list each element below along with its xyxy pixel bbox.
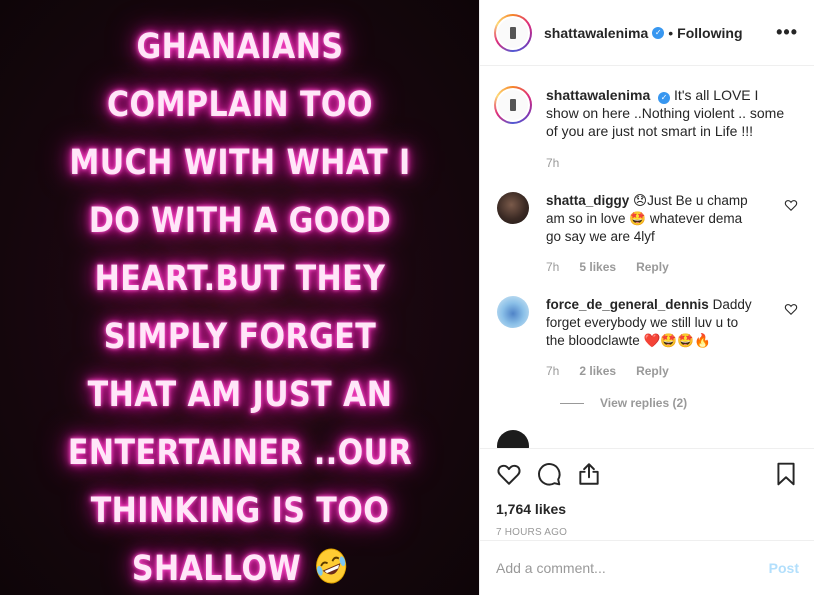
- comment-username[interactable]: force_de_general_dennis: [546, 297, 709, 312]
- action-icons: [496, 459, 799, 489]
- comment-meta: 7h 2 likes Reply: [546, 362, 756, 380]
- caption-time[interactable]: 7h: [546, 154, 794, 172]
- comment-item: force_de_general_dennis Daddy forget eve…: [494, 296, 798, 380]
- like-comment-heart-icon[interactable]: [784, 302, 798, 316]
- like-heart-icon[interactable]: [496, 461, 522, 487]
- avatar-image: [498, 17, 528, 48]
- view-replies-line: [560, 402, 584, 404]
- comment-likes[interactable]: 2 likes: [579, 362, 616, 380]
- comment-item: [494, 430, 798, 448]
- laughing-emoji-icon: [315, 548, 346, 583]
- caption-username[interactable]: shattawalenima: [546, 87, 650, 103]
- header-separator: •: [668, 24, 674, 41]
- comment-bubble-icon[interactable]: [536, 461, 562, 487]
- comment-time[interactable]: 7h: [546, 362, 559, 380]
- comment-body: force_de_general_dennis Daddy forget eve…: [546, 296, 756, 380]
- author-username[interactable]: shattawalenima: [544, 25, 648, 41]
- comment-username[interactable]: shatta_diggy: [546, 193, 629, 208]
- commenter-avatar[interactable]: [497, 296, 529, 328]
- following-button[interactable]: Following: [677, 25, 742, 41]
- caption-avatar[interactable]: [494, 86, 532, 124]
- verified-badge-icon: ✓: [652, 26, 665, 39]
- avatar-inner: [496, 15, 530, 50]
- avatar-mark: [510, 26, 516, 39]
- reply-button[interactable]: Reply: [636, 258, 669, 276]
- comment-time[interactable]: 7h: [546, 258, 559, 276]
- verified-badge-icon: ✓: [658, 92, 671, 104]
- avatar-mark: [510, 99, 516, 111]
- post-timestamp[interactable]: 7 HOURS AGO: [496, 527, 799, 538]
- post-comment-button[interactable]: Post: [769, 560, 799, 576]
- comment-item: shatta_diggy 😞Just Be u champ am so in l…: [494, 192, 798, 276]
- post-sidebar: shattawalenima ✓ • Following ••• shattaw…: [479, 0, 814, 595]
- post-header: shattawalenima ✓ • Following •••: [480, 0, 814, 66]
- more-options-icon[interactable]: •••: [776, 22, 798, 43]
- commenter-avatar[interactable]: [497, 192, 529, 224]
- author-avatar[interactable]: [494, 13, 532, 52]
- share-icon[interactable]: [576, 461, 602, 487]
- add-comment-input[interactable]: [496, 560, 769, 576]
- caption-body: shattawalenima ✓ It's all LOVE I show on…: [546, 86, 794, 172]
- reply-button[interactable]: Reply: [636, 362, 669, 380]
- comments-section[interactable]: shattawalenima ✓ It's all LOVE I show on…: [480, 66, 814, 448]
- caption: shattawalenima ✓ It's all LOVE I show on…: [494, 86, 798, 172]
- view-replies-button[interactable]: View replies (2): [560, 396, 798, 410]
- post-actions: 1,764 likes 7 HOURS AGO: [480, 448, 814, 540]
- likes-count[interactable]: 1,764 likes: [496, 501, 799, 517]
- comment-meta: 7h 5 likes Reply: [546, 258, 756, 276]
- view-replies-label: View replies (2): [600, 396, 688, 410]
- post-image-text: GHANAIANS COMPLAIN TOO MUCH WITH WHAT I …: [59, 18, 420, 595]
- like-comment-heart-icon[interactable]: [784, 198, 798, 212]
- commenter-avatar[interactable]: [497, 430, 529, 448]
- post-image[interactable]: GHANAIANS COMPLAIN TOO MUCH WITH WHAT I …: [0, 0, 479, 595]
- comment-body: shatta_diggy 😞Just Be u champ am so in l…: [546, 192, 756, 276]
- comment-likes[interactable]: 5 likes: [579, 258, 616, 276]
- add-comment-bar: Post: [480, 540, 814, 595]
- avatar-inner: [496, 88, 530, 122]
- post-image-caption: GHANAIANS COMPLAIN TOO MUCH WITH WHAT I …: [67, 26, 412, 589]
- bookmark-icon[interactable]: [773, 461, 799, 487]
- avatar-image: [498, 90, 528, 120]
